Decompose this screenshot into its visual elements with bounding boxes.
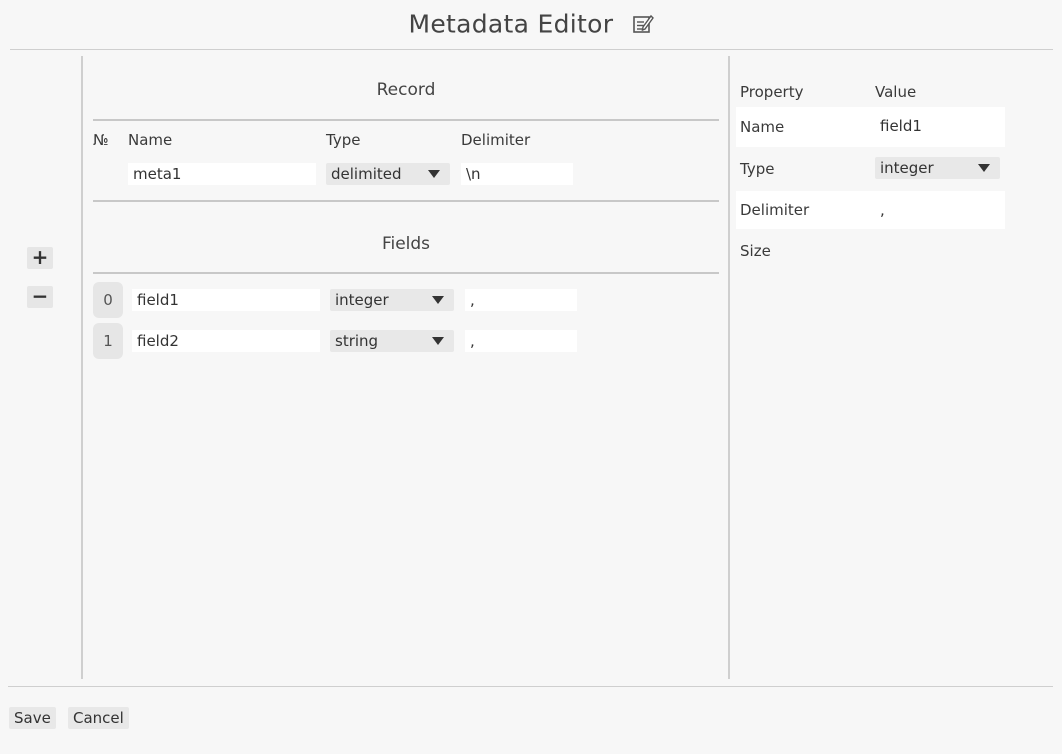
left-panel-divider (81, 56, 83, 679)
edit-note-icon (632, 14, 654, 33)
record-bottom-divider (93, 200, 719, 202)
name-column-header: Name (128, 131, 173, 149)
property-column-header: Property (740, 83, 804, 101)
record-type-value: delimited (331, 165, 402, 183)
field-index-badge[interactable]: 1 (93, 323, 123, 359)
field-index-badge[interactable]: 0 (93, 282, 123, 318)
fields-section-title: Fields (381, 234, 431, 254)
fields-header-divider (93, 272, 719, 274)
property-type-select[interactable]: integer (875, 157, 1000, 179)
record-type-select[interactable]: delimited (326, 163, 450, 185)
chevron-down-icon (432, 296, 444, 304)
property-type-value: integer (880, 159, 934, 177)
cancel-button[interactable]: Cancel (68, 707, 129, 729)
record-name-input[interactable] (128, 163, 316, 185)
property-size-label: Size (740, 242, 771, 260)
right-panel-divider (728, 56, 730, 679)
property-delimiter-label: Delimiter (740, 201, 810, 219)
title-divider (10, 49, 1053, 50)
footer-divider (8, 686, 1053, 687)
remove-field-button[interactable]: − (27, 286, 53, 308)
add-field-button[interactable]: + (27, 247, 53, 269)
field-type-select[interactable]: string (330, 330, 454, 352)
field-type-value: string (335, 332, 379, 350)
property-delimiter-value-input[interactable] (875, 199, 999, 221)
type-column-header: Type (326, 131, 361, 149)
property-type-label: Type (740, 160, 775, 178)
property-name-label: Name (740, 118, 785, 136)
save-button[interactable]: Save (9, 707, 56, 729)
chevron-down-icon (428, 170, 440, 178)
page-title: Metadata Editor (408, 9, 614, 39)
record-section-title: Record (376, 80, 436, 100)
property-name-value-input[interactable] (875, 115, 999, 137)
chevron-down-icon (978, 164, 990, 172)
field-delimiter-input[interactable] (465, 330, 577, 352)
field-name-input[interactable] (132, 289, 320, 311)
chevron-down-icon (432, 337, 444, 345)
number-column-header: № (93, 131, 109, 149)
value-column-header: Value (875, 83, 917, 101)
field-type-value: integer (335, 291, 389, 309)
window-title-bar: Metadata Editor (0, 8, 1062, 39)
delimiter-column-header: Delimiter (461, 131, 531, 149)
record-header-divider (93, 119, 719, 121)
field-name-input[interactable] (132, 330, 320, 352)
field-type-select[interactable]: integer (330, 289, 454, 311)
field-delimiter-input[interactable] (465, 289, 577, 311)
record-delimiter-input[interactable] (461, 163, 573, 185)
